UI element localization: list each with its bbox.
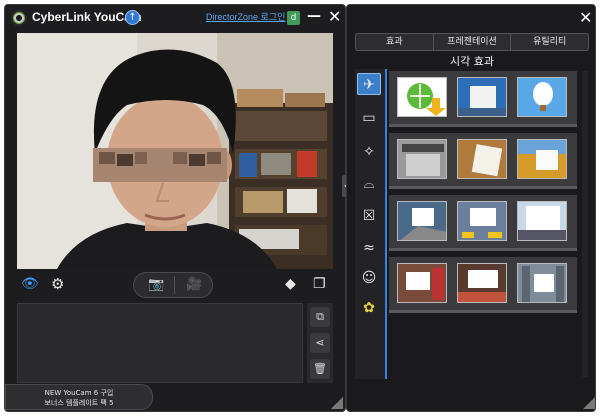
distortion-category-icon[interactable]: ☒ — [357, 205, 381, 227]
camera-feed-image — [17, 33, 333, 269]
effect-thumbnail[interactable] — [397, 139, 447, 179]
scene-category-icon[interactable]: ✈ — [357, 73, 381, 95]
media-library-area[interactable] — [17, 303, 303, 383]
effect-thumbnail[interactable] — [517, 201, 567, 241]
resize-grip-icon[interactable] — [583, 397, 595, 409]
effect-thumbnail[interactable] — [457, 263, 507, 303]
effect-thumbnail[interactable] — [457, 201, 507, 241]
media-actions-bar: ⧉ ⋖ 🗑 — [307, 303, 333, 383]
promo-banner[interactable]: NEW YouCam 6 구입 보너스 템플레이트 팩 5 — [5, 384, 153, 410]
promo-line-1: NEW YouCam 6 구입 — [44, 389, 114, 397]
close-icon[interactable]: ✕ — [328, 7, 341, 26]
youcam-main-window: CyberLink YouCam ↑ DirectorZone 로그인 d — … — [4, 4, 350, 412]
upload-arrow-icon[interactable]: ↑ — [125, 10, 140, 25]
effect-thumbnail[interactable] — [457, 77, 507, 117]
frame-category-icon[interactable]: ▭ — [357, 107, 381, 129]
effect-row — [389, 71, 577, 127]
effect-row — [389, 195, 577, 251]
effect-thumbnail-grid — [389, 71, 577, 313]
filter-category-icon[interactable]: ⌓ — [357, 173, 381, 195]
effect-thumbnail[interactable] — [457, 139, 507, 179]
effects-tab-bar: 효과 프레젠테이션 유틸리티 — [355, 33, 589, 51]
segment-divider — [174, 276, 175, 294]
gadget-category-icon[interactable]: ≈ — [357, 237, 381, 259]
video-camera-icon[interactable]: 🎥 — [186, 277, 202, 292]
director-zone-icon[interactable]: d — [287, 11, 300, 25]
capture-mode-toggle: 📷 🎥 — [133, 272, 213, 298]
camera-preview — [17, 33, 333, 269]
eye-icon[interactable]: 👁 — [21, 276, 39, 292]
minimize-icon[interactable]: — — [307, 8, 321, 24]
avatar-category-icon[interactable]: ✿ — [357, 297, 381, 319]
effect-row — [389, 257, 577, 313]
effect-thumbnail[interactable] — [517, 139, 567, 179]
category-divider — [385, 69, 387, 379]
director-zone-login-link[interactable]: DirectorZone 로그인 — [206, 10, 285, 23]
effects-scrollbar[interactable] — [582, 71, 588, 377]
eraser-icon[interactable]: ◆ — [285, 276, 296, 292]
effect-thumbnail[interactable] — [517, 263, 567, 303]
tab-utility[interactable]: 유틸리티 — [511, 34, 588, 50]
promo-line-2: 보너스 템플레이트 팩 5 — [44, 399, 114, 407]
effect-thumbnail[interactable] — [397, 201, 447, 241]
close-icon[interactable]: ✕ — [579, 8, 592, 27]
effect-row — [389, 133, 577, 189]
category-title: 시각 효과 — [450, 55, 494, 68]
resize-window-icon[interactable]: ❐ — [313, 276, 326, 292]
camera-icon[interactable]: 📷 — [148, 277, 164, 292]
tab-effects[interactable]: 효과 — [356, 34, 434, 50]
youcam-logo-icon — [11, 10, 27, 26]
import-icon[interactable]: ⧉ — [310, 307, 330, 327]
emotion-category-icon[interactable]: ☺ — [357, 267, 381, 289]
particle-category-icon[interactable]: ✧ — [357, 141, 381, 163]
gear-icon[interactable]: ⚙ — [51, 275, 64, 293]
category-strip: ✈ ▭ ✧ ⌓ ☒ ≈ ☺ ✿ — [355, 69, 385, 379]
tab-presentation[interactable]: 프레젠테이션 — [434, 34, 512, 50]
effects-panel: ✕ 효과 프레젠테이션 유틸리티 시각 효과 ✈ ▭ ✧ ⌓ ☒ ≈ ☺ ✿ — [346, 4, 596, 412]
effect-thumbnail[interactable] — [517, 77, 567, 117]
trash-icon[interactable]: 🗑 — [310, 359, 330, 379]
download-more-effects-thumbnail[interactable] — [397, 77, 447, 117]
effect-thumbnail[interactable] — [397, 263, 447, 303]
resize-grip-icon[interactable] — [331, 397, 343, 409]
share-icon[interactable]: ⋖ — [310, 333, 330, 353]
